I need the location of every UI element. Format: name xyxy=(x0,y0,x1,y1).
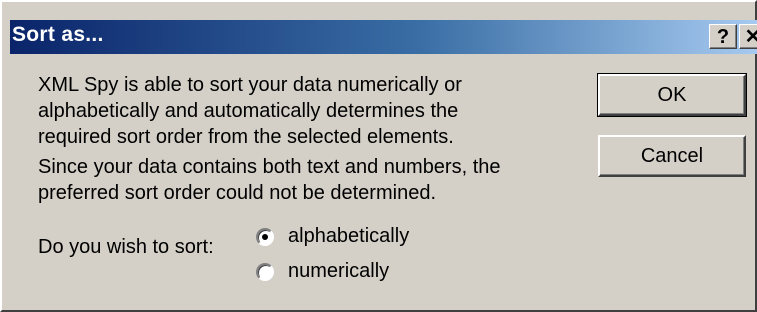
message-line: alphabetically and automatically determi… xyxy=(38,100,459,122)
help-icon: ? xyxy=(716,25,730,48)
radio-alphabetically[interactable]: alphabetically xyxy=(256,225,409,248)
close-button[interactable]: ✕ xyxy=(739,24,757,49)
message-line: XML Spy is able to sort your data numeri… xyxy=(38,74,462,96)
radio-button-selected[interactable] xyxy=(256,227,274,246)
radio-label-alphabetically: alphabetically xyxy=(288,225,410,247)
message-line: Since your data contains both text and n… xyxy=(38,156,501,178)
radio-dot-icon xyxy=(262,233,268,240)
message-paragraph-1: XML Spy is able to sort your data numeri… xyxy=(38,72,462,150)
help-button[interactable]: ? xyxy=(709,24,737,49)
title-bar: Sort as... ? ✕ xyxy=(10,20,757,54)
message-line: preferred sort order could not be determ… xyxy=(38,182,436,204)
message-line: required sort order from the selected el… xyxy=(38,126,454,148)
message-paragraph-2: Since your data contains both text and n… xyxy=(38,154,501,206)
ok-button[interactable]: OK xyxy=(597,73,747,117)
dialog-title: Sort as... xyxy=(12,23,104,46)
sort-prompt-label: Do you wish to sort: xyxy=(38,236,214,258)
radio-numerically[interactable]: numerically xyxy=(256,260,389,283)
sort-as-dialog: Sort as... ? ✕ XML Spy is able to sort y… xyxy=(0,0,757,312)
close-icon: ✕ xyxy=(744,25,757,48)
radio-label-numerically: numerically xyxy=(288,260,390,282)
cancel-button[interactable]: Cancel xyxy=(598,135,746,177)
radio-button-unselected[interactable] xyxy=(256,262,274,281)
